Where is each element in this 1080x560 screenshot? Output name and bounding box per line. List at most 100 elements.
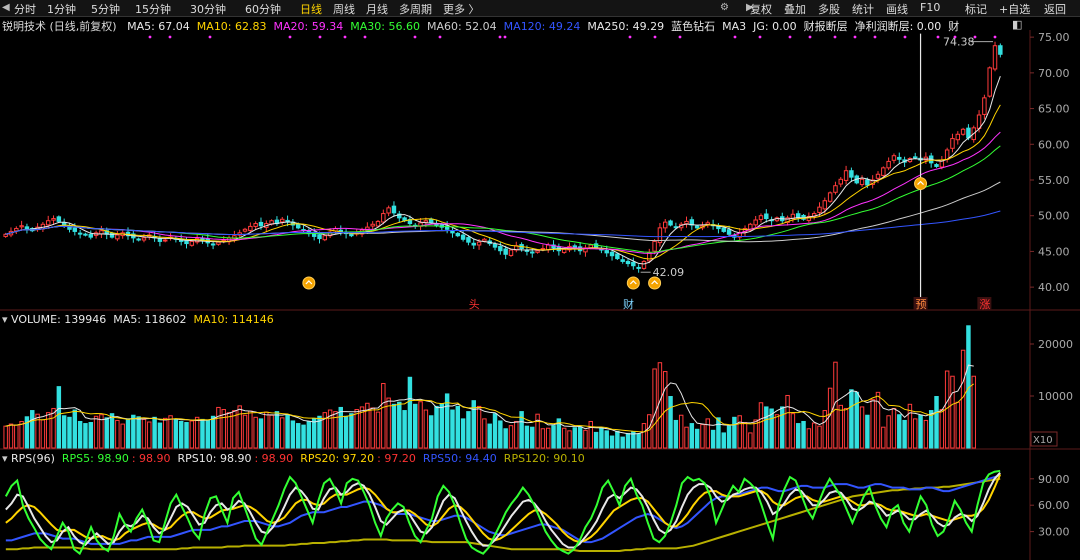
volume-bar xyxy=(237,405,242,449)
signal-dot xyxy=(413,35,417,39)
volume-bar xyxy=(476,405,482,449)
rps-line-rps50 xyxy=(5,474,1001,545)
volume-bar xyxy=(508,425,514,449)
candle xyxy=(764,213,769,220)
candle xyxy=(684,220,689,225)
volume-bar xyxy=(391,403,397,449)
volume-bar xyxy=(811,422,817,449)
volume-bar xyxy=(609,435,615,449)
volume-legend-item: MA10: 114146 xyxy=(193,313,274,326)
volume-bar xyxy=(950,375,955,449)
volume-bar xyxy=(939,409,945,449)
volume-bar xyxy=(657,362,663,449)
signal-dot xyxy=(168,35,172,39)
volume-bar xyxy=(694,428,700,449)
volume-bar xyxy=(397,401,402,449)
candle xyxy=(136,238,141,241)
volume-bar xyxy=(88,422,93,449)
volume-bar xyxy=(620,436,625,449)
volume-bar xyxy=(636,433,641,449)
volume-bar xyxy=(375,411,381,449)
volume-bar xyxy=(51,407,56,449)
volume-bar xyxy=(843,407,849,449)
candle xyxy=(115,234,120,240)
rps-chart xyxy=(4,469,1002,556)
volume-bar xyxy=(673,419,679,449)
candle xyxy=(83,233,88,236)
rps-line-rps5 xyxy=(4,469,1001,556)
event-marker: 预 xyxy=(916,298,927,311)
volume-legend-item: MA5: 118602 xyxy=(113,313,187,326)
volume-bar xyxy=(849,389,854,449)
signal-dot xyxy=(833,35,837,39)
candle xyxy=(508,249,514,256)
volume-bar xyxy=(891,407,897,449)
legend-collapse-icon[interactable]: ▾ xyxy=(2,313,11,326)
volume-bar xyxy=(934,396,939,449)
volume-bar xyxy=(753,419,758,449)
candle xyxy=(620,259,625,262)
candle xyxy=(24,226,30,230)
volume-bar xyxy=(492,413,498,449)
rps-legend-item: RPS20: 97.20 xyxy=(300,452,375,465)
volume-bar xyxy=(274,411,280,449)
volume-bar xyxy=(349,413,354,449)
candle xyxy=(88,233,93,238)
candle xyxy=(960,128,966,135)
volume-bar xyxy=(870,399,875,449)
volume-bar xyxy=(460,418,466,449)
signal-dot xyxy=(808,35,812,39)
candle xyxy=(19,225,24,228)
candle xyxy=(386,207,391,214)
candle xyxy=(609,251,615,257)
candle xyxy=(3,233,8,237)
volume-bar xyxy=(163,417,168,449)
volume-bar xyxy=(859,406,865,449)
volume-bar xyxy=(700,424,705,449)
candle xyxy=(322,235,328,241)
volume-bar xyxy=(83,423,88,449)
volume-bar xyxy=(801,420,806,449)
candle xyxy=(248,225,253,231)
volume-bar xyxy=(455,405,461,449)
volume-bar xyxy=(498,420,503,449)
candle xyxy=(72,227,78,232)
candle xyxy=(982,97,987,115)
price-axis-label: 50.00 xyxy=(1038,210,1070,223)
volume-bar xyxy=(306,420,312,449)
volume-bar xyxy=(923,419,929,449)
volume-bar xyxy=(152,416,157,449)
candle xyxy=(295,223,301,229)
volume-bar xyxy=(104,417,109,449)
candle xyxy=(721,227,726,232)
volume-bar xyxy=(865,414,870,449)
volume-bar xyxy=(200,418,205,449)
candle xyxy=(987,67,992,97)
volume-bar xyxy=(827,387,833,449)
candle xyxy=(950,138,955,149)
volume-bar xyxy=(343,415,349,449)
candle xyxy=(625,260,631,265)
candle xyxy=(615,253,620,260)
candle xyxy=(992,45,998,70)
candle xyxy=(822,200,828,210)
volume-bar xyxy=(77,420,83,449)
volume-bar xyxy=(960,349,966,449)
candle xyxy=(668,220,673,226)
signal-dot xyxy=(148,35,152,39)
rps-legend: ▾ RPS(96) RPS5: 98.90: 98.90 RPS10: 98.90:… xyxy=(2,452,585,465)
volume-bar xyxy=(705,418,711,449)
rps-legend-item: : 98.90 xyxy=(131,452,171,465)
volume-unit-label: X10 xyxy=(1033,435,1053,446)
candle xyxy=(641,260,647,269)
price-axis-label: 60.00 xyxy=(1038,138,1070,151)
volume-bar xyxy=(184,422,189,449)
volume-bar xyxy=(407,376,413,449)
volume-bar xyxy=(14,424,19,449)
candle xyxy=(375,220,381,227)
volume-bar xyxy=(726,425,732,449)
signal-diamond-icon xyxy=(914,177,928,191)
legend-collapse-icon[interactable]: ▾ xyxy=(2,452,11,465)
volume-bar xyxy=(567,430,572,449)
signal-dot xyxy=(903,35,907,39)
